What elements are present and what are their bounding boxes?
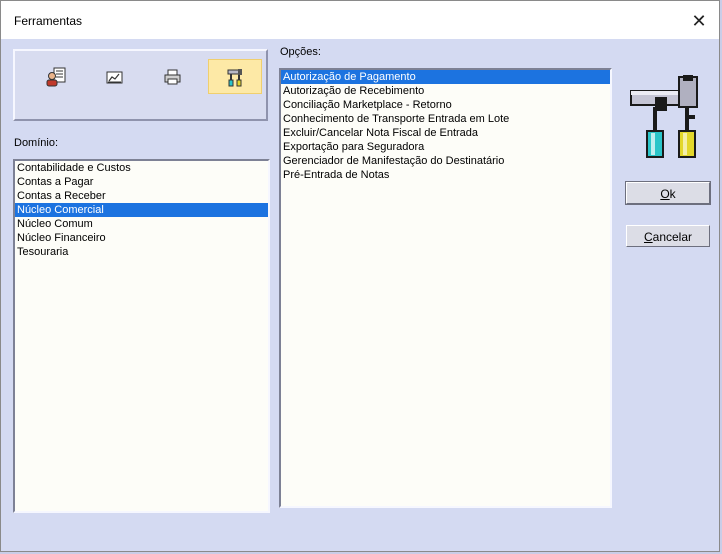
category-toolbar [13, 49, 268, 121]
title-bar: Ferramentas ✕ [1, 1, 719, 39]
opcoes-list-item[interactable]: Conciliação Marketplace - Retorno [281, 98, 610, 112]
dominio-list-item[interactable]: Contas a Receber [15, 189, 268, 203]
close-icon[interactable]: ✕ [689, 11, 709, 31]
cancel-accelerator: C [643, 230, 653, 244]
ok-accelerator: O [660, 187, 670, 201]
opcoes-label: Opções: [280, 46, 321, 58]
tools-icon[interactable] [208, 59, 262, 94]
cancel-button[interactable]: Cancelar [626, 225, 710, 247]
dialog-body: Domínio: Contabilidade e Custos Contas a … [1, 39, 719, 551]
chart-document-icon[interactable] [87, 59, 141, 94]
opcoes-listbox[interactable]: Autorização de Pagamento Autorização de R… [279, 68, 612, 508]
dominio-list-item[interactable]: Contas a Pagar [15, 175, 268, 189]
user-document-icon[interactable] [29, 59, 83, 94]
dominio-label: Domínio: [14, 137, 59, 149]
opcoes-list-item[interactable]: Exportação para Seguradora [281, 140, 610, 154]
window-title: Ferramentas [14, 14, 83, 28]
cancel-label-rest: ancelar [652, 230, 693, 244]
ok-label-rest: k [669, 187, 676, 201]
dominio-list-item[interactable]: Contabilidade e Custos [15, 161, 268, 175]
dialog-window: Ferramentas ✕ Domínio: Contabilidade e C… [0, 0, 720, 552]
dominio-list-item[interactable]: Núcleo Comercial [15, 203, 268, 217]
opcoes-list-item[interactable]: Conhecimento de Transporte Entrada em Lo… [281, 112, 610, 126]
printer-icon[interactable] [145, 59, 199, 94]
opcoes-list-item[interactable]: Pré-Entrada de Notas [281, 168, 610, 182]
opcoes-list-item[interactable]: Autorização de Pagamento [281, 70, 610, 84]
dominio-listbox[interactable]: Contabilidade e Custos Contas a Pagar Cont… [13, 159, 270, 513]
dominio-list-item[interactable]: Núcleo Comum [15, 217, 268, 231]
ok-button[interactable]: Ok [625, 181, 711, 205]
opcoes-list-item[interactable]: Autorização de Recebimento [281, 84, 610, 98]
opcoes-list-item[interactable]: Gerenciador de Manifestação do Destinatá… [281, 154, 610, 168]
dominio-list-item[interactable]: Núcleo Financeiro [15, 231, 268, 245]
opcoes-list-item[interactable]: Excluir/Cancelar Nota Fiscal de Entrada [281, 126, 610, 140]
dominio-list-item[interactable]: Tesouraria [15, 245, 268, 259]
tools-illustration-icon [627, 71, 703, 159]
